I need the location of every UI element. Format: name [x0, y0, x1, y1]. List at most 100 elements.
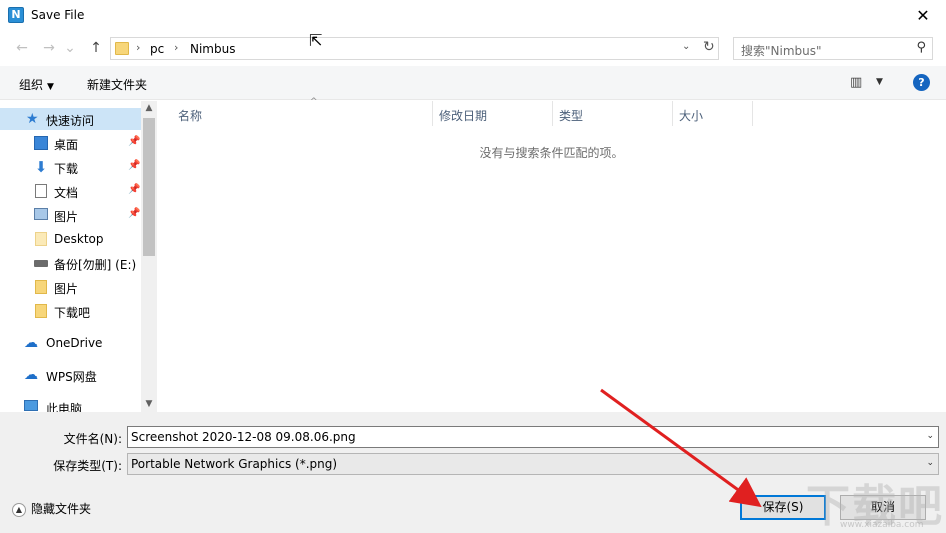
address-dropdown-icon[interactable]: ⌄: [682, 41, 690, 52]
hide-folders-label: 隐藏文件夹: [31, 502, 92, 516]
nav-item-downloads[interactable]: ⬇ 下载 📌: [0, 156, 141, 178]
column-label: 修改日期: [439, 109, 488, 123]
nav-item-pictures-folder[interactable]: 图片: [0, 276, 141, 298]
nav-label: 快速访问: [46, 114, 95, 128]
nav-label: 文档: [54, 186, 79, 200]
star-icon: ★: [26, 111, 39, 127]
scroll-down-icon[interactable]: ▼: [141, 399, 157, 409]
pin-icon: 📌: [128, 136, 141, 147]
address-bar[interactable]: › pc › Nimbus ⌄ ↻: [110, 37, 719, 60]
folder-icon: [35, 304, 47, 318]
command-toolbar: 组织 ▼ 新建文件夹 ▥ ▼ ?: [0, 66, 946, 100]
sort-caret-icon: ^: [310, 97, 318, 107]
breadcrumb-nimbus[interactable]: Nimbus: [190, 42, 235, 56]
nav-label: 图片: [54, 282, 79, 296]
empty-list-message: 没有与搜索条件匹配的项。: [479, 146, 624, 160]
nav-item-wps-drive[interactable]: ☁ WPS网盘: [0, 364, 141, 386]
cloud-icon: ☁: [24, 367, 38, 383]
scroll-up-icon[interactable]: ▲: [141, 103, 157, 113]
drive-icon: [34, 260, 48, 267]
new-folder-button[interactable]: 新建文件夹: [87, 76, 147, 93]
arrow-left-icon: ←: [16, 40, 28, 56]
download-icon: ⬇: [34, 158, 48, 176]
picture-icon: [34, 208, 48, 220]
desktop-icon: [34, 136, 48, 150]
nav-item-onedrive[interactable]: ☁ OneDrive: [0, 332, 141, 354]
folder-icon: [115, 42, 129, 55]
nav-label: OneDrive: [46, 336, 103, 350]
close-button[interactable]: ✕: [900, 0, 946, 31]
nav-quick-access[interactable]: ★ 快速访问: [0, 108, 141, 130]
title-bar: N Save File ✕: [0, 0, 946, 31]
filename-field[interactable]: Screenshot 2020-12-08 09.08.06.png ⌄: [127, 426, 939, 448]
nav-item-desktop[interactable]: 桌面 📌: [0, 132, 141, 154]
folder-icon: [35, 280, 47, 294]
filetype-label: 保存类型(T):: [53, 459, 122, 473]
search-icon[interactable]: ⚲: [916, 40, 926, 55]
nav-item-this-pc[interactable]: 此电脑: [0, 396, 141, 412]
arrow-up-icon: ↑: [90, 40, 102, 56]
arrow-right-icon: →: [43, 40, 55, 56]
filetype-value: Portable Network Graphics (*.png): [131, 457, 338, 471]
view-options-icon[interactable]: ▥: [850, 75, 862, 90]
hide-folders-toggle[interactable]: ▲ 隐藏文件夹: [12, 500, 91, 517]
nav-item-desktop-folder[interactable]: Desktop: [0, 228, 141, 250]
mouse-cursor-icon: ⇱: [309, 31, 323, 50]
nav-item-xiazaiba[interactable]: 下载吧: [0, 300, 141, 322]
navigation-pane: ★ 快速访问 桌面 📌 ⬇ 下载 📌 文档 📌 图片 📌 Desktop 备份[…: [0, 101, 157, 412]
app-icon: N: [8, 7, 24, 23]
chevron-down-icon[interactable]: ⌄: [926, 458, 934, 468]
nav-item-pictures[interactable]: 图片 📌: [0, 204, 141, 226]
column-label: 大小: [679, 109, 704, 123]
breadcrumb-separator[interactable]: ›: [174, 41, 178, 54]
search-input[interactable]: 搜索"Nimbus" ⚲: [733, 37, 933, 60]
forward-button[interactable]: →: [40, 39, 58, 57]
caret-down-icon: ▼: [47, 82, 54, 92]
breadcrumb-separator[interactable]: ›: [136, 41, 140, 54]
help-icon[interactable]: ?: [913, 74, 930, 91]
computer-icon: [24, 400, 38, 411]
organize-button[interactable]: 组织 ▼: [19, 76, 54, 93]
search-placeholder: 搜索"Nimbus": [741, 44, 822, 58]
column-header-modified[interactable]: 修改日期: [433, 101, 553, 126]
nav-label: 此电脑: [46, 402, 83, 412]
save-form: 文件名(N): Screenshot 2020-12-08 09.08.06.p…: [0, 412, 946, 533]
nav-label: 桌面: [54, 138, 79, 152]
filename-label: 文件名(N):: [63, 432, 122, 446]
filename-value: Screenshot 2020-12-08 09.08.06.png: [131, 430, 356, 444]
nav-label: 下载吧: [54, 306, 91, 320]
chevron-up-icon: ▲: [12, 502, 26, 517]
document-icon: [35, 184, 47, 198]
up-button[interactable]: ↑: [87, 39, 105, 57]
chevron-down-icon[interactable]: ⌄: [926, 431, 934, 441]
column-header-name[interactable]: 名称 ^: [170, 97, 433, 126]
organize-label: 组织: [19, 78, 44, 92]
pin-icon: 📌: [128, 184, 141, 195]
address-row: ← → ⌄ ↑ › pc › Nimbus ⌄ ↻ 搜索"Nimbus" ⚲: [0, 33, 946, 63]
nav-label: 下载: [54, 162, 79, 176]
recent-locations-button[interactable]: ⌄: [64, 39, 76, 57]
column-label: 名称: [178, 109, 203, 123]
folder-icon: [35, 232, 47, 246]
file-list-pane[interactable]: 名称 ^ 修改日期 类型 大小 没有与搜索条件匹配的项。: [157, 97, 946, 412]
scroll-thumb[interactable]: [143, 118, 155, 256]
column-header-size[interactable]: 大小: [673, 101, 753, 126]
refresh-icon[interactable]: ↻: [703, 39, 715, 55]
nav-label: WPS网盘: [46, 370, 97, 384]
nav-label: 图片: [54, 210, 79, 224]
cloud-icon: ☁: [24, 335, 38, 351]
view-caret-icon[interactable]: ▼: [876, 77, 883, 87]
column-header-type[interactable]: 类型: [553, 101, 673, 126]
nav-item-documents[interactable]: 文档 📌: [0, 180, 141, 202]
window-title: Save File: [31, 8, 85, 22]
back-button[interactable]: ←: [13, 39, 31, 57]
chevron-down-icon: ⌄: [64, 40, 76, 56]
nav-label: Desktop: [54, 232, 104, 246]
close-icon: ✕: [916, 6, 930, 25]
nav-item-drive-e[interactable]: 备份[勿删] (E:): [0, 252, 141, 274]
breadcrumb-pc[interactable]: pc: [150, 42, 164, 56]
nav-scrollbar[interactable]: ▲ ▼: [141, 101, 157, 412]
pin-icon: 📌: [128, 160, 141, 171]
pin-icon: 📌: [128, 208, 141, 219]
column-label: 类型: [559, 109, 584, 123]
